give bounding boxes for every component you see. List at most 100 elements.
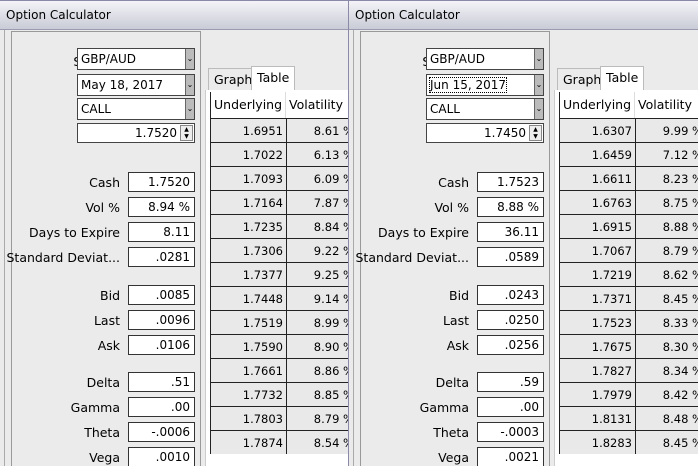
gamma-field[interactable]: .00 bbox=[128, 397, 195, 417]
underlying-cell: 1.7519 bbox=[211, 311, 287, 334]
table-row[interactable]: 1.7675 8.30 % bbox=[559, 334, 698, 358]
table-row[interactable]: 1.7377 9.25 % bbox=[210, 262, 349, 286]
theta-field[interactable]: -.0003 bbox=[477, 422, 544, 442]
vol-field[interactable]: 8.94 % bbox=[128, 197, 195, 217]
ask-field[interactable]: .0256 bbox=[477, 335, 544, 355]
last-field[interactable]: .0096 bbox=[128, 310, 195, 330]
volatility-cell: 8.62 % bbox=[662, 268, 698, 282]
table-row[interactable]: 1.6459 7.12 % bbox=[559, 142, 698, 166]
days-to-expire-label: Days to Expire bbox=[378, 225, 469, 240]
data-table: UnderlyingVolatility1.6951 8.61 % 1.7022 6.… bbox=[210, 92, 349, 454]
volatility-cell: 8.42 % bbox=[662, 388, 698, 402]
type-dropdown[interactable]: CALL ⌄ bbox=[77, 98, 195, 120]
delta-field[interactable]: .59 bbox=[477, 372, 544, 392]
volatility-cell: 8.79 % bbox=[662, 244, 698, 258]
table-row[interactable]: 1.7523 8.33 % bbox=[559, 310, 698, 334]
underlying-cell: 1.6915 bbox=[560, 215, 636, 238]
table-row[interactable]: 1.7306 9.22 % bbox=[210, 238, 349, 262]
chevron-down-icon[interactable]: ⌄ bbox=[534, 75, 543, 95]
expiry-dropdown[interactable]: Jun 15, 2017 ⌄ bbox=[426, 74, 544, 96]
theta-field[interactable]: -.0006 bbox=[128, 422, 195, 442]
symbol-value: GBP/AUD bbox=[81, 52, 137, 66]
last-field[interactable]: .0250 bbox=[477, 310, 544, 330]
table-row[interactable]: 1.7371 8.45 % bbox=[559, 286, 698, 310]
table-row[interactable]: 1.7093 6.09 % bbox=[210, 166, 349, 190]
table-row[interactable]: 1.6951 8.61 % bbox=[210, 118, 349, 142]
chevron-down-icon[interactable]: ⌄ bbox=[185, 49, 194, 69]
table-row[interactable]: 1.7022 6.13 % bbox=[210, 142, 349, 166]
underlying-cell: 1.7827 bbox=[560, 359, 636, 382]
theta-label: Theta bbox=[84, 425, 120, 440]
table-row[interactable]: 1.7219 8.62 % bbox=[559, 262, 698, 286]
chevron-down-icon[interactable]: ⌄ bbox=[534, 99, 543, 119]
spinner-arrows-icon[interactable]: ▲ ▼ bbox=[180, 125, 193, 141]
table-pane: UnderlyingVolatility1.6307 9.99 % 1.6459 7.… bbox=[554, 90, 698, 466]
table-row[interactable]: 1.6611 8.23 % bbox=[559, 166, 698, 190]
underlying-cell: 1.7590 bbox=[211, 335, 287, 358]
underlying-cell: 1.7732 bbox=[211, 383, 287, 406]
symbol-dropdown[interactable]: GBP/AUD ⌄ bbox=[77, 48, 195, 70]
symbol-dropdown[interactable]: GBP/AUD ⌄ bbox=[426, 48, 544, 70]
underlying-cell: 1.7371 bbox=[560, 287, 636, 310]
type-value: CALL bbox=[81, 102, 111, 116]
underlying-cell: 1.6459 bbox=[560, 143, 636, 166]
tab-table[interactable]: Table bbox=[600, 66, 645, 91]
table-row[interactable]: 1.7448 9.14 % bbox=[210, 286, 349, 310]
bid-field[interactable]: .0085 bbox=[128, 285, 195, 305]
table-row[interactable]: 1.7827 8.34 % bbox=[559, 358, 698, 382]
standard-deviat-field[interactable]: .0281 bbox=[128, 247, 195, 267]
table-row[interactable]: 1.7874 8.54 % bbox=[210, 430, 349, 454]
underlying-cell: 1.6611 bbox=[560, 167, 636, 190]
volatility-cell: 8.48 % bbox=[662, 412, 698, 426]
vega-field[interactable]: .0021 bbox=[477, 447, 544, 466]
cash-field[interactable]: 1.7523 bbox=[477, 172, 544, 192]
standard-deviat-field[interactable]: .0589 bbox=[477, 247, 544, 267]
chevron-down-icon[interactable]: ⌄ bbox=[185, 75, 194, 95]
vol-label: Vol % bbox=[85, 200, 120, 215]
table-row[interactable]: 1.6763 8.75 % bbox=[559, 190, 698, 214]
table-row[interactable]: 1.7732 8.85 % bbox=[210, 382, 349, 406]
strike-stepper[interactable]: 1.7450 ▲ ▼ bbox=[426, 123, 544, 143]
strike-stepper[interactable]: 1.7520 ▲ ▼ bbox=[77, 123, 195, 143]
table-row[interactable]: 1.8131 8.48 % bbox=[559, 406, 698, 430]
days-to-expire-field[interactable]: 36.11 bbox=[477, 222, 544, 242]
volatility-cell: 8.99 % bbox=[313, 316, 349, 330]
expiry-dropdown[interactable]: May 18, 2017 ⌄ bbox=[77, 74, 195, 96]
column-header-underlying[interactable]: Underlying bbox=[210, 92, 286, 118]
table-row[interactable]: 1.7235 8.84 % bbox=[210, 214, 349, 238]
table-row[interactable]: 1.7067 8.79 % bbox=[559, 238, 698, 262]
column-header-volatility[interactable]: Volatility bbox=[635, 92, 698, 118]
spinner-arrows-icon[interactable]: ▲ ▼ bbox=[529, 125, 542, 141]
table-row[interactable]: 1.7661 8.86 % bbox=[210, 358, 349, 382]
table-row[interactable]: 1.7519 8.99 % bbox=[210, 310, 349, 334]
ask-field[interactable]: .0106 bbox=[128, 335, 195, 355]
vol-field[interactable]: 8.88 % bbox=[477, 197, 544, 217]
table-row[interactable]: 1.7803 8.79 % bbox=[210, 406, 349, 430]
window-title: Option Calculator bbox=[349, 0, 698, 30]
vega-field[interactable]: .0010 bbox=[128, 447, 195, 466]
column-header-underlying[interactable]: Underlying bbox=[559, 92, 635, 118]
expiry-value: Jun 15, 2017 bbox=[428, 77, 508, 93]
table-row[interactable]: 1.7979 8.42 % bbox=[559, 382, 698, 406]
days-to-expire-field[interactable]: 8.11 bbox=[128, 222, 195, 242]
table-row[interactable]: 1.6915 8.88 % bbox=[559, 214, 698, 238]
table-row[interactable]: 1.7164 7.87 % bbox=[210, 190, 349, 214]
chevron-down-icon[interactable]: ⌄ bbox=[185, 99, 194, 119]
table-row[interactable]: 1.8283 8.45 % bbox=[559, 430, 698, 454]
delta-field[interactable]: .51 bbox=[128, 372, 195, 392]
chevron-down-icon[interactable]: ⌄ bbox=[534, 49, 543, 69]
table-row[interactable]: 1.6307 9.99 % bbox=[559, 118, 698, 142]
vega-label: Vega bbox=[438, 450, 469, 465]
cash-field[interactable]: 1.7520 bbox=[128, 172, 195, 192]
table-row[interactable]: 1.7590 8.90 % bbox=[210, 334, 349, 358]
tab-table[interactable]: Table bbox=[251, 66, 296, 91]
gamma-field[interactable]: .00 bbox=[477, 397, 544, 417]
volatility-cell: 8.34 % bbox=[662, 364, 698, 378]
delta-label: Delta bbox=[435, 375, 469, 390]
table-pane: UnderlyingVolatility1.6951 8.61 % 1.7022 6.… bbox=[205, 90, 349, 466]
type-dropdown[interactable]: CALL ⌄ bbox=[426, 98, 544, 120]
column-header-volatility[interactable]: Volatility bbox=[286, 92, 349, 118]
volatility-cell: 9.99 % bbox=[662, 124, 698, 138]
underlying-cell: 1.7219 bbox=[560, 263, 636, 286]
bid-field[interactable]: .0243 bbox=[477, 285, 544, 305]
